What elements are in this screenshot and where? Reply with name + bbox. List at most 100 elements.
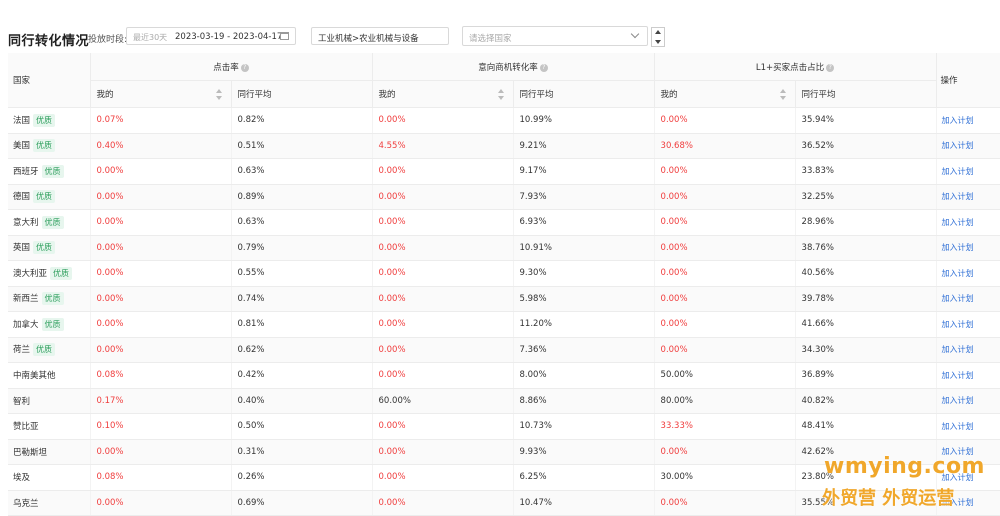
peer-avg-cell: 40.56%: [794, 260, 937, 287]
country-name: 意大利: [13, 217, 39, 228]
action-cell: 加入计划: [935, 388, 1000, 414]
date-preset[interactable]: 最近30天: [133, 32, 167, 43]
peer-avg-cell: 10.99%: [512, 107, 655, 134]
add-to-plan-link[interactable]: 加入计划: [942, 167, 974, 176]
column-header-mine[interactable]: 我的: [89, 80, 231, 108]
peer-avg-cell: 35.94%: [794, 107, 937, 134]
country-cell: 巴勒斯坦: [8, 439, 90, 465]
peer-avg-cell: 0.82%: [230, 107, 373, 134]
page-title: 同行转化情况: [8, 34, 90, 49]
action-cell: 加入计划: [935, 184, 1000, 210]
help-icon[interactable]: ?: [539, 63, 548, 72]
peer-avg-cell: 39.78%: [794, 286, 937, 312]
mine-value-cell: 0.00%: [89, 286, 231, 312]
add-to-plan-link[interactable]: 加入计划: [942, 141, 974, 150]
mine-value-cell: 0.00%: [89, 439, 231, 465]
peer-avg-cell: 40.82%: [794, 388, 937, 414]
add-to-plan-link[interactable]: 加入计划: [942, 243, 974, 252]
action-cell: 加入计划: [935, 337, 1000, 363]
scroll-stepper[interactable]: [651, 27, 665, 47]
mine-value-cell: 0.40%: [89, 133, 231, 159]
quality-badge: 优质: [33, 241, 56, 255]
sort-icon[interactable]: [497, 89, 504, 100]
category-selector[interactable]: 工业机械>农业机械与设备: [311, 27, 449, 45]
quality-badge: 优质: [33, 139, 56, 153]
table-row: 加拿大 优质 0.00% 0.81% 0.00% 11.20% 0.00% 41.66% 加入计…: [8, 311, 1000, 338]
peer-avg-cell: 0.26%: [230, 464, 373, 491]
add-to-plan-link[interactable]: 加入计划: [942, 269, 974, 278]
add-to-plan-link[interactable]: 加入计划: [942, 116, 974, 125]
calendar-icon[interactable]: [280, 32, 289, 40]
add-to-plan-link[interactable]: 加入计划: [942, 294, 974, 303]
mine-value-cell: 0.00%: [653, 439, 796, 465]
peer-conversion-table: 国家 点击率? 意向商机转化率? L1+买家点击占比? 操作 我的 同行平均 我…: [8, 53, 1000, 516]
country-cell: 德国 优质: [8, 184, 90, 210]
mine-value-cell: 0.00%: [653, 235, 796, 261]
mine-value-cell: 0.00%: [89, 209, 231, 236]
add-to-plan-link[interactable]: 加入计划: [942, 218, 974, 227]
peer-avg-cell: 0.74%: [230, 286, 373, 312]
peer-avg-cell: 0.63%: [230, 158, 373, 185]
peer-avg-cell: 0.50%: [230, 413, 373, 440]
action-cell: 加入计划: [935, 362, 1000, 389]
peer-avg-cell: 8.00%: [512, 362, 655, 389]
watermark-line1: wmying.com: [824, 454, 985, 479]
column-header-mine[interactable]: 我的: [653, 80, 796, 108]
peer-avg-cell: 10.47%: [512, 490, 655, 516]
add-to-plan-link[interactable]: 加入计划: [942, 345, 974, 354]
add-to-plan-link[interactable]: 加入计划: [942, 422, 974, 431]
country-name: 加拿大: [13, 319, 39, 330]
table-row: 赞比亚 0.10% 0.50% 0.00% 10.73% 33.33% 48.41% 加入计划: [8, 413, 1000, 440]
peer-avg-cell: 0.63%: [230, 209, 373, 236]
arrow-down-icon[interactable]: [655, 40, 661, 44]
mine-value-cell: 0.00%: [371, 311, 514, 338]
help-icon[interactable]: ?: [826, 63, 835, 72]
table-row: 英国 优质 0.00% 0.79% 0.00% 10.91% 0.00% 38.76% 加入计划: [8, 235, 1000, 261]
table-row: 智利 0.17% 0.40% 60.00% 8.86% 80.00% 40.82% 加入计划: [8, 388, 1000, 414]
peer-avg-cell: 8.86%: [512, 388, 655, 414]
mine-value-cell: 0.08%: [89, 464, 231, 491]
peer-avg-cell: 9.30%: [512, 260, 655, 287]
mine-value-cell: 0.00%: [371, 158, 514, 185]
peer-avg-cell: 28.96%: [794, 209, 937, 236]
table-row: 新西兰 优质 0.00% 0.74% 0.00% 5.98% 0.00% 39.78% 加入计划: [8, 286, 1000, 312]
add-to-plan-link[interactable]: 加入计划: [942, 371, 974, 380]
mine-value-cell: 0.00%: [371, 413, 514, 440]
peer-avg-cell: 0.42%: [230, 362, 373, 389]
quality-badge: 优质: [41, 164, 64, 178]
action-cell: 加入计划: [935, 158, 1000, 185]
help-icon[interactable]: ?: [240, 63, 249, 72]
peer-avg-cell: 0.79%: [230, 235, 373, 261]
country-cell: 赞比亚: [8, 413, 90, 440]
date-range-picker[interactable]: 最近30天 2023-03-19 - 2023-04-17: [126, 27, 296, 45]
sort-icon[interactable]: [215, 89, 222, 100]
table-row: 西班牙 优质 0.00% 0.63% 0.00% 9.17% 0.00% 33.83% 加入计划: [8, 158, 1000, 185]
quality-badge: 优质: [33, 190, 56, 204]
peer-avg-cell: 0.31%: [230, 439, 373, 465]
quality-badge: 优质: [41, 317, 64, 331]
country-cell: 新西兰 优质: [8, 286, 90, 312]
country-name: 乌克兰: [13, 498, 39, 509]
group-header-ctr: 点击率?: [89, 53, 373, 81]
arrow-up-icon[interactable]: [655, 30, 661, 34]
add-to-plan-link[interactable]: 加入计划: [942, 192, 974, 201]
peer-avg-cell: 6.25%: [512, 464, 655, 491]
column-header-mine[interactable]: 我的: [371, 80, 514, 108]
quality-badge: 优质: [50, 266, 73, 280]
add-to-plan-link[interactable]: 加入计划: [942, 396, 974, 405]
peer-avg-cell: 32.25%: [794, 184, 937, 210]
country-cell: 埃及: [8, 464, 90, 491]
mine-value-cell: 0.00%: [653, 337, 796, 363]
mine-value-cell: 0.00%: [371, 260, 514, 287]
action-cell: 加入计划: [935, 260, 1000, 287]
sort-icon[interactable]: [779, 89, 786, 100]
country-select[interactable]: 请选择国家: [462, 26, 648, 46]
country-name: 中南美其他: [13, 371, 56, 382]
table-row: 美国 优质 0.40% 0.51% 4.55% 9.21% 30.68% 36.52% 加入计划: [8, 133, 1000, 159]
add-to-plan-link[interactable]: 加入计划: [942, 320, 974, 329]
mine-value-cell: 0.00%: [371, 439, 514, 465]
mine-value-cell: 0.00%: [371, 490, 514, 516]
country-name: 英国: [13, 243, 31, 254]
peer-avg-cell: 9.93%: [512, 439, 655, 465]
mine-value-cell: 0.08%: [89, 362, 231, 389]
